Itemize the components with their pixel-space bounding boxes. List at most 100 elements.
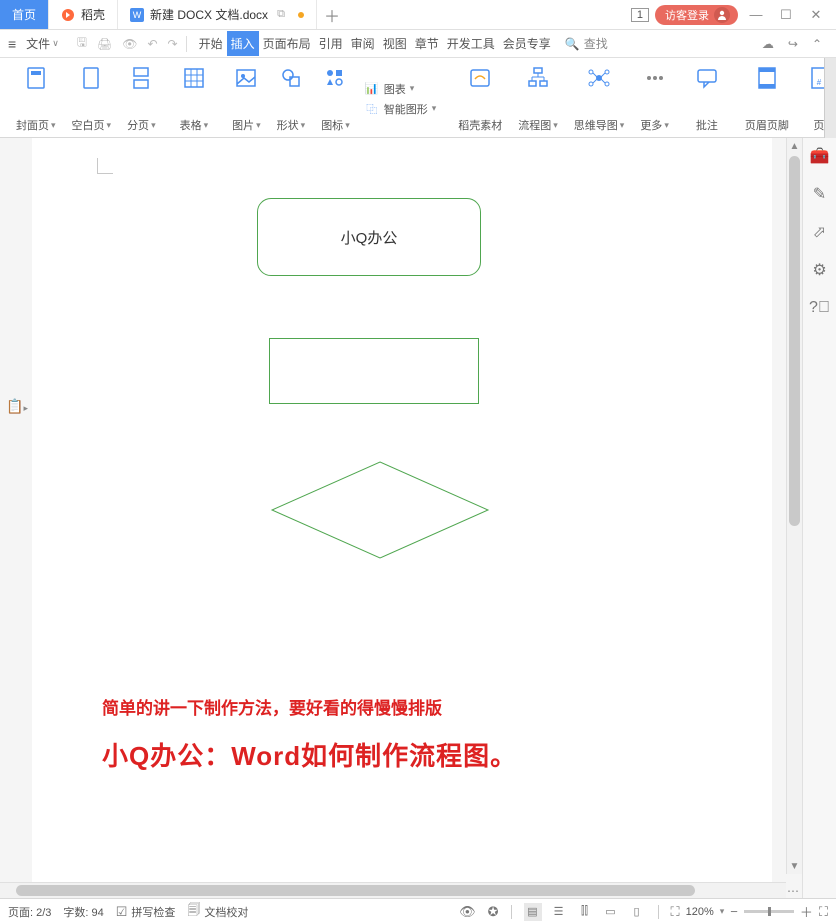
scroll-down-icon[interactable]: ▼	[787, 858, 802, 874]
chart-icon: 📊	[364, 81, 380, 97]
hscroll-thumb[interactable]	[16, 885, 695, 896]
workspace: 📋▸ 小Q办公 简单的讲一下制作方法，要好看的得慢慢排版 小Q办公：Word如何…	[0, 138, 802, 898]
statusbar: 页面: 2/3 字数: 94 ☑拼写检查 🗐文档校对 👁 ✪ ▤ ☰ ⫿⫿ ▭ …	[0, 898, 836, 924]
avatar-icon	[714, 7, 730, 23]
new-tab-button[interactable]: ＋	[317, 0, 347, 29]
cloud-sync-icon[interactable]: ☁	[762, 37, 774, 51]
view-outline-icon[interactable]: ☰	[550, 903, 568, 921]
rib-pagebreak[interactable]: 分页▾	[119, 62, 164, 135]
shape-rectangle[interactable]	[269, 338, 479, 404]
window-count-badge[interactable]: 1	[631, 8, 649, 22]
zoom-value[interactable]: 120%	[686, 906, 714, 918]
minimize-button[interactable]: —	[744, 3, 768, 27]
menu-sections[interactable]: 章节	[411, 31, 443, 56]
menu-references[interactable]: 引用	[315, 31, 347, 56]
rib-chart[interactable]: 📊图表▾	[364, 81, 437, 97]
blankpage-icon	[77, 64, 105, 92]
search-box[interactable]: 🔍 查找	[565, 35, 608, 52]
sp-toolbox-icon[interactable]: 🧰	[810, 146, 830, 166]
rib-comment[interactable]: 批注	[685, 62, 729, 135]
scroll-config-icon[interactable]: ⋯	[786, 883, 800, 898]
dk-assets-icon	[466, 64, 494, 92]
sp-select-icon[interactable]: ⬀	[810, 222, 830, 242]
scroll-thumb[interactable]	[789, 156, 800, 526]
hamburger-icon[interactable]: ≡	[8, 36, 16, 52]
qat-undo-icon[interactable]: ↶	[147, 37, 157, 51]
vertical-scrollbar[interactable]: ▲ ▼	[786, 138, 802, 874]
zoom-slider[interactable]	[744, 910, 794, 913]
search-label: 查找	[584, 35, 608, 52]
sb-read-icon[interactable]: ✪	[488, 904, 499, 920]
sb-eye-icon[interactable]: 👁	[459, 904, 476, 920]
horizontal-scrollbar[interactable]: ⋯	[0, 882, 786, 898]
menu-devtools[interactable]: 开发工具	[443, 31, 499, 56]
ribbon-overflow-icon[interactable]	[824, 58, 836, 138]
tab-document[interactable]: W 新建 DOCX 文档.docx ⧉	[118, 0, 317, 29]
smartart-icon: ⿻	[364, 101, 380, 117]
rib-smartart[interactable]: ⿻智能图形▾	[364, 101, 437, 117]
tab-dk[interactable]: 稻壳	[49, 0, 118, 29]
zoom-out-icon[interactable]: −	[730, 904, 738, 919]
sb-spellcheck[interactable]: ☑拼写检查	[116, 904, 176, 920]
rib-cover[interactable]: 封面页▾	[8, 62, 64, 135]
view-fullwidth-icon[interactable]: ▯	[628, 903, 646, 921]
zoom-in-icon[interactable]: ＋	[800, 902, 813, 921]
ribbon: 封面页▾ 空白页▾ 分页▾ 表格▾ 图片▾ 形状▾ 图标▾ 📊图表▾ ⿻智能图形…	[0, 58, 836, 138]
menu-layout[interactable]: 页面布局	[259, 31, 315, 56]
shape1-text: 小Q办公	[341, 227, 398, 248]
file-menu[interactable]: 文件∨	[26, 35, 59, 52]
qat-preview-icon[interactable]: 👁	[122, 37, 137, 51]
rib-blank[interactable]: 空白页▾	[64, 62, 120, 135]
rib-shape[interactable]: 形状▾	[269, 62, 314, 135]
margin-corner-icon	[97, 158, 113, 174]
qat-redo-icon[interactable]: ↷	[168, 37, 178, 51]
zoom-control: ⛶ 120%▾ − ＋ ⛶	[671, 902, 829, 921]
menu-view[interactable]: 视图	[379, 31, 411, 56]
tab-home[interactable]: 首页	[0, 0, 49, 29]
document-page[interactable]: 小Q办公 简单的讲一下制作方法，要好看的得慢慢排版 小Q办公：Word如何制作流…	[32, 138, 772, 898]
rib-mindmap[interactable]: 思维导图▾	[566, 62, 633, 135]
sp-help-icon[interactable]: ?⃝	[810, 298, 830, 318]
rib-dk-assets[interactable]: 稻壳素材	[450, 62, 510, 135]
shape-icon	[277, 64, 305, 92]
rib-more[interactable]: 更多▾	[632, 62, 677, 135]
rib-header[interactable]: 页眉页脚	[737, 62, 797, 135]
view-web-icon[interactable]: ▭	[602, 903, 620, 921]
shape-diamond[interactable]	[270, 460, 490, 560]
collapse-ribbon-icon[interactable]: ⌃	[812, 37, 822, 51]
proof-icon: 🗐	[187, 901, 200, 923]
view-page-icon[interactable]: ▤	[524, 903, 542, 921]
word-icon: W	[130, 8, 144, 22]
sb-proofread[interactable]: 🗐文档校对	[187, 901, 248, 923]
qat-print-icon[interactable]: 🖨	[97, 37, 112, 51]
heading-red: 小Q办公：Word如何制作流程图。	[102, 736, 517, 773]
login-label: 访客登录	[665, 7, 709, 23]
menu-insert[interactable]: 插入	[227, 31, 259, 56]
zoom-fit-icon[interactable]: ⛶	[671, 904, 680, 920]
scroll-up-icon[interactable]: ▲	[787, 138, 802, 154]
window-restore-icon[interactable]: ⧉	[274, 8, 288, 22]
shape-rounded-rect[interactable]: 小Q办公	[257, 198, 481, 276]
sb-page[interactable]: 页面: 2/3	[8, 904, 51, 920]
search-icon: 🔍	[565, 37, 580, 51]
clipboard-handle-icon[interactable]: 📋▸	[6, 398, 28, 415]
ribbon-tabs: 开始 插入 页面布局 引用 审阅 视图 章节 开发工具 会员专享	[195, 31, 555, 56]
fullscreen-icon[interactable]: ⛶	[819, 904, 828, 920]
sp-settings-icon[interactable]: ⚙	[810, 260, 830, 280]
dk-icon	[61, 8, 75, 22]
rib-flowchart[interactable]: 流程图▾	[510, 62, 566, 135]
rib-icon[interactable]: 图标▾	[313, 62, 358, 135]
qat-save-icon[interactable]: 🖫	[77, 33, 87, 54]
login-button[interactable]: 访客登录	[655, 5, 738, 25]
sp-pencil-icon[interactable]: ✎	[810, 184, 830, 204]
menu-review[interactable]: 审阅	[347, 31, 379, 56]
view-reading-icon[interactable]: ⫿⫿	[576, 903, 594, 921]
sb-wordcount[interactable]: 字数: 94	[63, 904, 103, 920]
share-icon[interactable]: ↪	[788, 37, 798, 51]
menu-member[interactable]: 会员专享	[499, 31, 555, 56]
menu-start[interactable]: 开始	[195, 31, 227, 56]
rib-table[interactable]: 表格▾	[172, 62, 217, 135]
maximize-button[interactable]: ☐	[774, 3, 798, 27]
rib-picture[interactable]: 图片▾	[224, 62, 269, 135]
close-button[interactable]: ✕	[804, 3, 828, 27]
